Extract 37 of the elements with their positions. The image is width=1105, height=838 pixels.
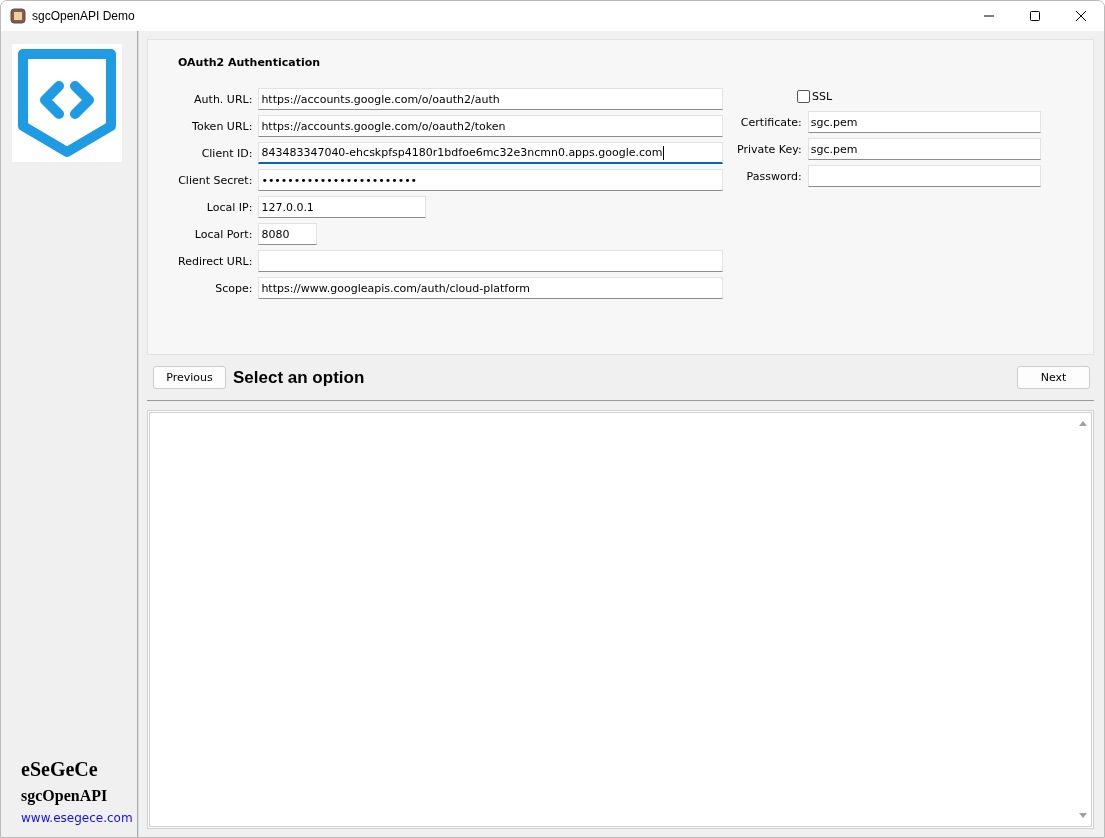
field-label: Password:: [745, 169, 802, 183]
input-field[interactable]: https://accounts.google.com/o/oauth2/token: [258, 115, 724, 137]
window-title: sgcOpenAPI Demo: [32, 9, 135, 23]
field-label: Client Secret:: [178, 173, 253, 187]
status-text: Select an option: [233, 367, 365, 388]
website-link[interactable]: www.esegece.com: [21, 811, 137, 825]
field-label: Certificate:: [739, 115, 802, 129]
previous-button[interactable]: Previous: [153, 366, 226, 389]
section-title: OAuth2 Authentication: [178, 56, 322, 69]
input-field[interactable]: sgc.pem: [807, 138, 1041, 160]
input-field[interactable]: [807, 165, 1041, 187]
field-label: Scope:: [214, 281, 253, 295]
field-label: Local Port:: [193, 227, 253, 241]
input-field[interactable]: 8080: [258, 223, 318, 245]
checkbox-label: SSL: [812, 90, 833, 103]
close-icon: [1075, 10, 1087, 22]
field-label: Token URL:: [191, 119, 253, 133]
ssl-checkbox[interactable]: [797, 90, 810, 103]
field-label: Local IP:: [205, 200, 253, 214]
input-field[interactable]: https://accounts.google.com/o/oauth2/auth: [258, 88, 724, 110]
field-label: Client ID:: [200, 146, 253, 160]
input-field[interactable]: https://www.googleapis.com/auth/cloud-platform: [258, 277, 724, 299]
field-label: Private Key:: [737, 142, 802, 156]
input-field[interactable]: 843483347040-ehcskpfsp4180r1bdfoe6mc32e3ncmn0.apps.google.com: [258, 142, 724, 164]
field-label: Auth. URL:: [193, 92, 253, 106]
maximize-icon: [1029, 10, 1041, 22]
input-field[interactable]: ••••••••••••••••••••••••: [258, 169, 724, 191]
product-name: sgcOpenAPI: [21, 787, 109, 805]
scroll-down-icon[interactable]: [1077, 812, 1088, 820]
input-field[interactable]: [258, 250, 724, 272]
input-field[interactable]: 127.0.0.1: [258, 196, 427, 218]
field-label: Redirect URL:: [178, 254, 253, 268]
scroll-up-icon[interactable]: [1077, 419, 1088, 427]
company-name: eSeGeCe: [21, 758, 99, 781]
app-icon: [10, 8, 26, 24]
input-field[interactable]: sgc.pem: [807, 111, 1041, 133]
next-button[interactable]: Next: [1017, 366, 1090, 389]
